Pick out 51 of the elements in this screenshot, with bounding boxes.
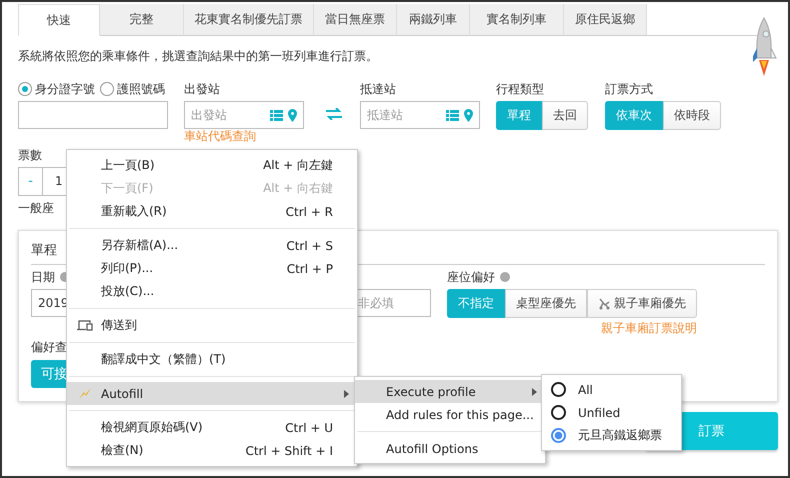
menu-item[interactable]: Autofill — [67, 382, 357, 405]
tab[interactable]: 花東實名制優先訂票 — [184, 4, 314, 36]
radio-label: 身分證字號 — [35, 80, 95, 98]
radio-button[interactable] — [551, 405, 566, 420]
tab[interactable]: 快速 — [18, 4, 100, 36]
menu-item[interactable]: 重新載入(R) Ctrl + R — [67, 200, 357, 223]
tab[interactable]: 原住民返鄉 — [564, 4, 647, 36]
field-label: 行程類型 — [496, 81, 544, 97]
toggle-button[interactable]: 桌型座優先 — [505, 289, 587, 318]
radio-label: 護照號碼 — [117, 80, 165, 98]
menu-item[interactable]: Autofill Options — [355, 437, 545, 460]
ticket-count: 1 — [54, 173, 63, 190]
card-title: 單程 — [31, 243, 57, 258]
field-label: 訂票方式 — [605, 81, 653, 97]
toggle-button[interactable]: 去回 — [542, 101, 588, 130]
menu-item[interactable]: All — [578, 382, 593, 396]
field-label: 偏好查 — [31, 339, 67, 355]
menu-item[interactable]: 檢視網頁原始碼(V) Ctrl + U — [67, 416, 357, 439]
menu-item[interactable]: Unfiled — [578, 406, 620, 420]
description-text: 系統將依照您的乘車條件，挑選查詢結果中的第一班列車進行訂票。 — [18, 48, 379, 65]
field-label: 座位偏好 — [447, 269, 495, 285]
menu-item[interactable]: Add rules for this page... — [355, 403, 545, 426]
radio-button[interactable] — [551, 382, 566, 397]
menu-item[interactable]: 檢查(N) Ctrl + Shift + I — [67, 439, 357, 462]
tab[interactable]: 完整 — [100, 4, 184, 36]
location-pin-icon[interactable] — [464, 108, 473, 122]
submenu-arrow-icon — [344, 390, 349, 398]
location-pin-icon[interactable] — [288, 108, 297, 122]
field-label: 出發站 — [184, 81, 220, 97]
menu-item[interactable]: 上一頁(B) Alt + 向左鍵 — [67, 154, 357, 177]
swap-icon[interactable] — [326, 108, 342, 120]
id-input-field[interactable] — [18, 101, 168, 129]
tab[interactable]: 當日無座票 — [314, 4, 397, 36]
tab[interactable]: 實名制列車 — [470, 4, 564, 36]
field-label: 票數 — [18, 147, 42, 163]
menu-item[interactable]: 列印(P)... Ctrl + P — [67, 257, 357, 280]
toggle-button[interactable]: 依時段 — [663, 101, 721, 130]
info-icon — [500, 272, 510, 282]
menu-item[interactable]: 另存新檔(A)... Ctrl + S — [67, 234, 357, 257]
field-label: 日期 — [31, 269, 55, 285]
tab[interactable]: 兩鐵列車 — [397, 4, 470, 36]
menu-item[interactable]: 傳送到 — [67, 314, 357, 337]
devices-icon — [77, 320, 93, 331]
radio-button[interactable] — [18, 82, 32, 96]
seat-class-label: 一般座 — [18, 200, 54, 216]
toggle-button[interactable]: 親子車廂優先 — [587, 289, 697, 318]
list-icon[interactable] — [446, 110, 459, 120]
radio-button[interactable] — [100, 82, 114, 96]
radio-button[interactable] — [551, 428, 566, 443]
field-label: 抵達站 — [360, 81, 396, 97]
list-icon[interactable] — [270, 110, 283, 120]
